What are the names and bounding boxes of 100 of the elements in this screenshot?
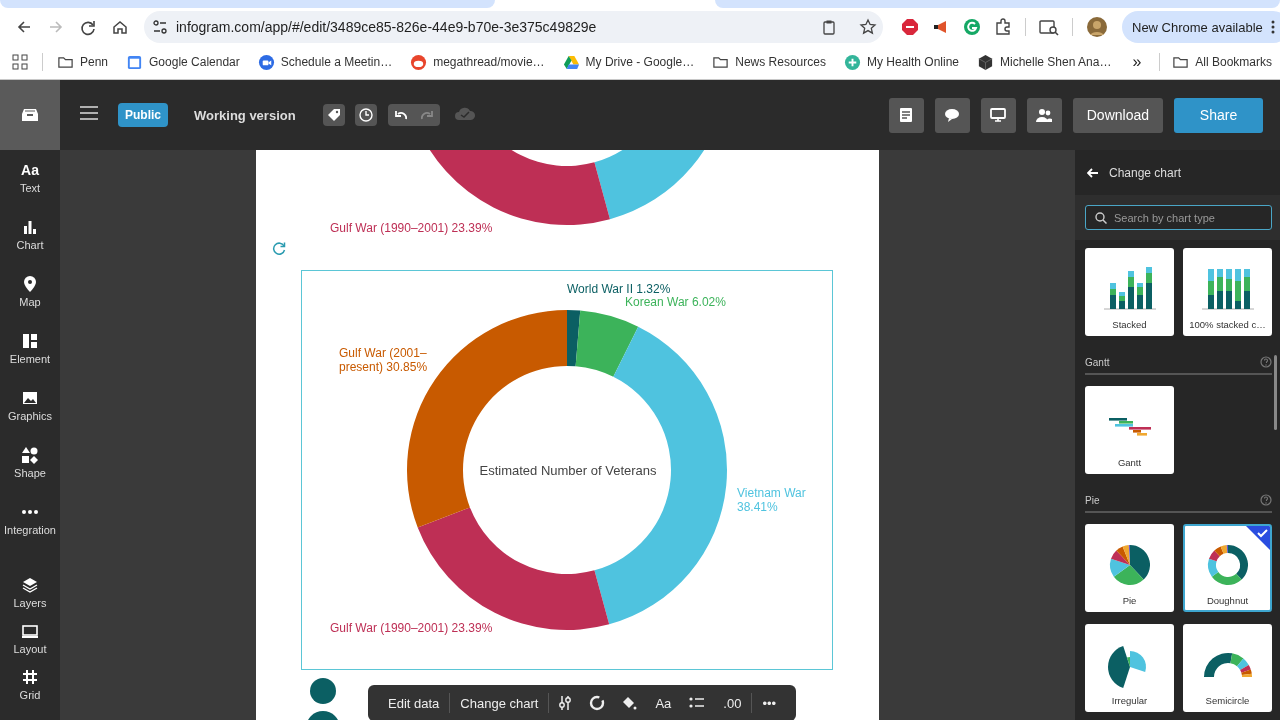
- tool-label[interactable]: Chart: [16, 239, 44, 251]
- tab-search-icon[interactable]: [1039, 18, 1059, 36]
- tool-label[interactable]: Grid: [19, 689, 41, 701]
- home-icon[interactable]: [111, 18, 129, 36]
- search-icon: [1095, 212, 1107, 224]
- section-title: Gantt: [1085, 356, 1110, 368]
- edit-data-button[interactable]: Edit data: [378, 695, 450, 711]
- back-arrow-icon[interactable]: [1087, 167, 1099, 178]
- people-icon: [1036, 107, 1053, 123]
- tool-label[interactable]: Graphics: [8, 410, 52, 422]
- version-label[interactable]: Working version: [194, 107, 296, 123]
- comments-button[interactable]: [934, 97, 970, 133]
- help-icon[interactable]: [1260, 494, 1272, 506]
- layers-icon: [21, 576, 39, 594]
- tool-label[interactable]: Layers: [13, 597, 47, 609]
- notes-icon: [898, 107, 915, 123]
- calendar-icon: [126, 53, 144, 71]
- scrollbar[interactable]: [1274, 355, 1277, 430]
- card-label: Doughnut: [1206, 595, 1249, 606]
- bookmark-link[interactable]: All Bookmarks: [1195, 55, 1272, 69]
- data-label: Vietnam War 38.41%: [737, 486, 807, 514]
- chart-type-card[interactable]: Pie: [1085, 524, 1174, 612]
- bookmark-link[interactable]: Penn: [80, 55, 109, 69]
- chart-type-card[interactable]: 100% stacked c…: [1183, 248, 1272, 336]
- card-label: 100% stacked c…: [1189, 319, 1266, 330]
- data-label: Gulf War (2001–present) 30.85%: [339, 346, 429, 374]
- sliders-icon[interactable]: [557, 695, 574, 711]
- collaborators-button[interactable]: [1026, 97, 1062, 133]
- list-icon[interactable]: [689, 696, 706, 710]
- refresh-icon[interactable]: [272, 241, 286, 255]
- paint-bucket-icon[interactable]: [621, 695, 638, 711]
- chart-title: Estimated Number of Veterans: [478, 463, 658, 478]
- element-icon: [21, 332, 39, 350]
- update-button[interactable]: New Chrome available: [1122, 11, 1280, 43]
- decimals-button[interactable]: .00: [713, 695, 752, 711]
- history-button[interactable]: [354, 104, 377, 126]
- video-icon: [257, 53, 275, 71]
- map-pin-icon: [21, 275, 39, 293]
- card-label: Semicircle: [1205, 695, 1250, 706]
- chart-type-card[interactable]: Stacked: [1085, 248, 1174, 336]
- font-button[interactable]: Aa: [645, 695, 682, 711]
- data-label: World War II 1.32%: [567, 282, 671, 296]
- card-label: Irregular: [1111, 695, 1148, 706]
- card-label: Stacked: [1112, 319, 1147, 330]
- home-tile[interactable]: [0, 80, 60, 150]
- layout-icon: [21, 622, 39, 640]
- change-chart-button[interactable]: Change chart: [450, 695, 549, 711]
- monitor-icon: [990, 107, 1007, 123]
- bookmark-link[interactable]: News Resources: [735, 55, 826, 69]
- kebab-icon[interactable]: [1270, 20, 1275, 34]
- bookmark-link[interactable]: Google Calendar: [149, 55, 240, 69]
- notes-button[interactable]: [888, 97, 924, 133]
- alien-icon: [410, 53, 428, 71]
- apps-grid-icon[interactable]: [12, 54, 28, 70]
- address-bar[interactable]: infogram.com/app/#/edit/3489ce85-826e-44e9-b70e-3e375c49829e: [144, 11, 883, 43]
- tool-label[interactable]: Map: [19, 296, 41, 308]
- text-tool-icon: Aa: [21, 160, 39, 180]
- data-label: Gulf War (1990–2001) 23.39%: [330, 621, 493, 635]
- health-icon: [843, 53, 861, 71]
- grammar-icon[interactable]: [963, 18, 981, 36]
- bookmark-link[interactable]: My Health Online: [866, 55, 959, 69]
- puzzle-icon[interactable]: [994, 18, 1012, 36]
- chart-type-card[interactable]: Gantt: [1085, 386, 1174, 474]
- undo-icon[interactable]: [394, 110, 407, 120]
- help-icon[interactable]: [1260, 356, 1272, 368]
- bookmark-link[interactable]: megathread/movie…: [433, 55, 545, 69]
- panel-title: Change chart: [1109, 165, 1182, 180]
- avatar-icon[interactable]: [1086, 16, 1108, 38]
- present-button[interactable]: [980, 97, 1016, 133]
- tag-icon: [326, 108, 341, 122]
- chart-type-card[interactable]: Irregular: [1085, 624, 1174, 712]
- ring-icon[interactable]: [589, 695, 606, 711]
- grid-icon: [21, 668, 39, 686]
- download-button[interactable]: Download: [1072, 97, 1163, 133]
- data-label: Gulf War (1990–2001) 23.39%: [330, 221, 493, 235]
- reload-icon[interactable]: [79, 18, 97, 36]
- menu-icon[interactable]: [80, 106, 98, 120]
- chart-type-card[interactable]: Doughnut: [1183, 524, 1272, 612]
- cloud-check-icon: [453, 105, 476, 121]
- tag-button[interactable]: [322, 104, 345, 126]
- site-settings-icon[interactable]: [152, 19, 168, 35]
- star-icon[interactable]: [859, 18, 877, 36]
- data-label: Korean War 6.02%: [625, 295, 726, 309]
- search-field[interactable]: Search by chart type: [1085, 205, 1272, 230]
- more-button[interactable]: •••: [752, 695, 787, 711]
- bookmark-link[interactable]: My Drive - Google…: [585, 55, 695, 69]
- tool-label[interactable]: Text: [19, 182, 41, 194]
- tool-label[interactable]: Element: [9, 353, 51, 365]
- clipboard-icon[interactable]: [821, 19, 837, 35]
- chart-type-card[interactable]: Semicircle: [1183, 624, 1272, 712]
- tool-label[interactable]: Shape: [14, 467, 46, 479]
- bookmark-link[interactable]: Schedule a Meetin…: [280, 55, 393, 69]
- bookmark-link[interactable]: Michelle Shen Ana…: [1000, 55, 1112, 69]
- gantt-thumbnail: [1108, 418, 1151, 436]
- tool-label[interactable]: Integration: [4, 524, 56, 536]
- stop-sign-icon[interactable]: [901, 18, 919, 36]
- more-bookmarks-button[interactable]: »: [1132, 53, 1142, 71]
- tool-label[interactable]: Layout: [13, 643, 47, 655]
- clock-icon: [358, 108, 373, 122]
- drive-icon: [562, 53, 580, 71]
